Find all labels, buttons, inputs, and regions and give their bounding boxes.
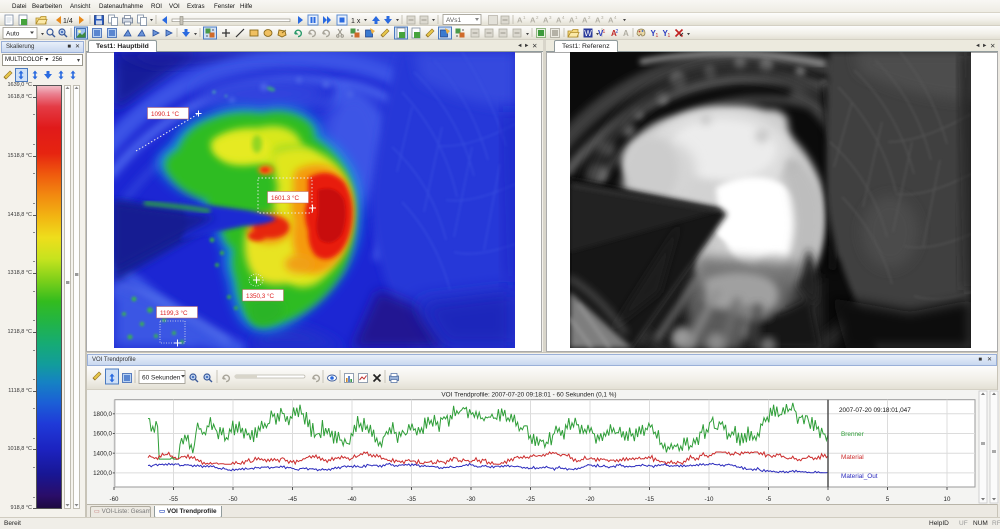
svg-text:Material: Material: [841, 454, 864, 461]
svg-text:2: 2: [588, 15, 591, 20]
svg-text:1400,0: 1400,0: [93, 450, 112, 457]
svg-text:5: 5: [886, 496, 890, 503]
svg-text:-10: -10: [705, 496, 715, 503]
svg-text:1199,3 °C: 1199,3 °C: [160, 309, 188, 317]
svg-text:1: 1: [668, 33, 671, 39]
svg-text:1800,0: 1800,0: [93, 411, 112, 418]
svg-text:A: A: [623, 29, 629, 38]
svg-text:1 x: 1 x: [351, 18, 361, 25]
svg-text:-15: -15: [645, 496, 655, 503]
svg-text:VOI Trendprofile: 2007-07-20 0: VOI Trendprofile: 2007-07-20 09:18:01 - …: [441, 392, 616, 399]
svg-text:AVs1: AVs1: [446, 17, 461, 24]
svg-text:-55: -55: [169, 496, 179, 503]
svg-text:1/4: 1/4: [63, 18, 73, 25]
svg-text:0: 0: [826, 496, 830, 503]
svg-text:-40: -40: [348, 496, 358, 503]
svg-text:1: 1: [575, 15, 578, 20]
svg-text:-50: -50: [229, 496, 239, 503]
svg-text:-35: -35: [407, 496, 417, 503]
svg-text:-25: -25: [526, 496, 536, 503]
svg-text:2: 2: [616, 29, 619, 35]
svg-text:W: W: [584, 29, 592, 38]
svg-text:1601.3 °C: 1601.3 °C: [271, 194, 300, 202]
svg-text:1600,0: 1600,0: [93, 431, 112, 438]
svg-text:1200,0: 1200,0: [93, 470, 112, 477]
svg-text:-45: -45: [288, 496, 298, 503]
svg-text:-5: -5: [766, 496, 772, 503]
svg-text:2: 2: [536, 15, 539, 20]
svg-text:1090.1 °C: 1090.1 °C: [151, 110, 180, 118]
svg-text:4: 4: [614, 15, 617, 20]
svg-text:4: 4: [562, 15, 565, 20]
svg-text:-20: -20: [586, 496, 596, 503]
svg-text:2007-07-20 09:18:01,047: 2007-07-20 09:18:01,047: [839, 407, 911, 414]
svg-text:1350,3 °C: 1350,3 °C: [246, 292, 275, 300]
svg-text:1: 1: [656, 33, 659, 39]
svg-text:Brenner: Brenner: [841, 431, 865, 438]
svg-text:3: 3: [601, 15, 604, 20]
svg-text:-30: -30: [467, 496, 477, 503]
svg-text:1: 1: [523, 15, 526, 20]
svg-text:3: 3: [549, 15, 552, 20]
svg-text:-60: -60: [110, 496, 120, 503]
svg-text:Auto: Auto: [6, 31, 20, 38]
svg-text:1: 1: [603, 29, 606, 35]
svg-text:Material_Out: Material_Out: [841, 473, 878, 480]
svg-text:10: 10: [944, 496, 951, 503]
svg-text:60 Sekunden: 60 Sekunden: [142, 375, 181, 382]
